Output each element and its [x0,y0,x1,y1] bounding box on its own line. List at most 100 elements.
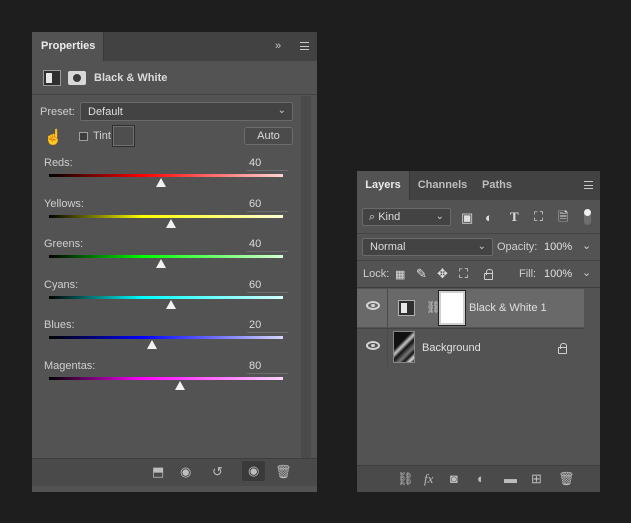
smart-object-filter-icon[interactable]: 🗎 [558,210,568,224]
collapse-panel-icon[interactable]: » [275,40,281,52]
slider-track[interactable] [49,174,283,177]
tab-properties[interactable]: Properties [32,32,104,61]
chevron-down-icon[interactable]: ⌄ [582,266,591,279]
layers-tabbar: Layers Channels Paths [357,171,600,200]
tab-paths[interactable]: Paths [474,171,520,200]
layer-list: ⛓ Black & White 1 Background [357,287,600,465]
layers-panel: Layers Channels Paths ⌕ Kind ⌄ ▣ ◐ T ⛶ 🗎… [357,171,600,492]
adjustment-filter-icon[interactable]: ◐ [485,211,493,225]
slider-value-input[interactable]: 80 [247,360,288,374]
slider-value-input[interactable]: 40 [247,238,288,252]
slider-label: Greens: [44,238,84,250]
properties-panel: Properties » Black & White Preset: Defau… [32,32,317,492]
tint-color-swatch[interactable] [112,125,135,147]
slider-greens: Greens: 40 [32,238,317,278]
trash-icon[interactable]: 🗑 [558,472,575,486]
slider-track[interactable] [49,295,283,299]
slider-track[interactable] [49,214,283,218]
mask-icon[interactable] [68,71,86,85]
black-white-adjustment-icon [398,300,415,316]
slider-value-input[interactable]: 60 [247,198,288,212]
tint-checkbox[interactable] [79,132,88,141]
tab-layers-label: Layers [365,179,401,191]
slider-blues: Blues: 20 [32,319,317,359]
auto-button[interactable]: Auto [244,127,293,145]
slider-magentas: Magentas: 80 [32,360,317,400]
fill-value[interactable]: 100% [544,268,572,280]
tint-label: Tint [93,130,111,142]
preset-select[interactable]: Default ⌄ [80,102,293,121]
layer-name[interactable]: Black & White 1 [469,302,547,314]
layers-panel-menu-icon[interactable] [584,181,593,189]
lock-artboard-icon[interactable]: ⛶ [459,267,468,281]
blend-mode-select[interactable]: Normal ⌄ [362,238,493,256]
lock-pixels-icon[interactable]: ✎ [416,267,427,281]
eye-icon[interactable] [366,341,380,350]
slider-thumb[interactable] [146,340,157,349]
image-filter-icon[interactable]: ▣ [461,211,473,225]
slider-label: Yellows: [44,197,84,210]
slider-thumb[interactable] [165,299,176,309]
targeted-adjustment-hand-icon[interactable]: ☝ [44,128,63,146]
background-thumbnail [393,331,415,363]
shape-filter-icon[interactable]: ⛶ [534,210,543,224]
new-adjustment-icon[interactable]: ◐ [477,472,485,486]
lock-all-icon[interactable] [484,269,493,280]
lock-icon [558,343,567,354]
new-layer-icon[interactable]: ⊞ [531,472,542,486]
trash-icon[interactable]: 🗑 [275,465,292,479]
slider-value-input[interactable]: 20 [247,319,288,333]
link-layers-icon[interactable]: ⛓ [397,472,414,486]
properties-tabbar: Properties » [32,32,317,61]
black-white-adjustment-icon[interactable] [43,70,61,86]
fx-icon[interactable]: fx [424,472,433,486]
blend-mode-value: Normal [370,241,406,253]
layer-row-black-white-1[interactable]: ⛓ Black & White 1 [357,289,584,327]
slider-track[interactable] [49,255,283,258]
slider-thumb[interactable] [156,178,167,187]
layer-row-background[interactable]: Background [357,328,584,367]
slider-thumb[interactable] [156,259,167,268]
lock-position-icon[interactable]: ✥ [437,267,448,281]
type-filter-icon[interactable]: T [510,210,519,224]
chevron-down-icon[interactable]: ⌄ [582,239,591,252]
preset-value: Default [88,106,123,118]
filter-kind-select[interactable]: ⌕ Kind ⌄ [362,208,451,226]
slider-label: Reds: [44,157,73,169]
slider-reds: Reds: 40 [32,157,317,197]
properties-header: Black & White [32,61,317,95]
tab-channels[interactable]: Channels [411,171,474,200]
slider-value-input[interactable]: 40 [247,157,288,171]
slider-thumb[interactable] [175,380,186,390]
slider-value-input[interactable]: 60 [247,279,288,293]
slider-cyans: Cyans: 60 [32,279,317,319]
tab-paths-label: Paths [482,179,512,191]
view-previous-icon[interactable]: ◉ [180,465,191,479]
layer-mask-thumbnail[interactable] [438,290,466,326]
slider-track[interactable] [49,336,283,339]
adjustment-title: Black & White [94,72,168,84]
slider-thumb[interactable] [165,218,176,228]
clip-to-layer-icon[interactable]: ⬒ [152,465,164,479]
reset-icon[interactable]: ↺ [212,465,223,479]
opacity-value[interactable]: 100% [544,241,572,253]
add-mask-icon[interactable]: ◙ [450,472,458,486]
filter-toggle[interactable] [584,209,591,225]
slider-label: Magentas: [44,359,96,372]
new-group-icon[interactable]: ▬ [504,472,517,486]
visibility-icon[interactable]: ◉ [242,461,266,481]
blend-row: Normal ⌄ Opacity: 100% ⌄ [357,233,600,260]
panel-menu-icon[interactable] [300,42,309,50]
filter-kind-value: ⌕ Kind [369,211,401,223]
layer-name[interactable]: Background [422,342,481,354]
eye-icon[interactable] [366,301,380,310]
fill-label: Fill: [519,268,537,280]
slider-yellows: Yellows: 60 [32,198,317,238]
slider-label: Cyans: [44,278,79,291]
preset-label: Preset: [40,106,75,118]
opacity-label: Opacity: [497,241,538,253]
tab-layers[interactable]: Layers [357,171,410,200]
lock-transparent-icon[interactable]: ▦ [395,268,405,282]
layer-filter-row: ⌕ Kind ⌄ ▣ ◐ T ⛶ 🗎 [357,200,600,233]
slider-track[interactable] [49,376,283,380]
